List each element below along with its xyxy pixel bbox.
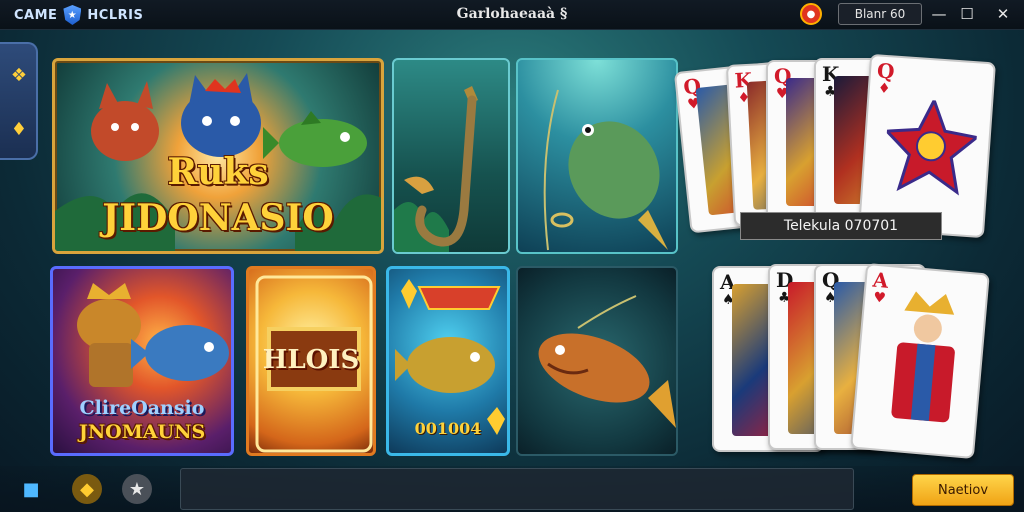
featured-title-line1: Ruks: [167, 151, 269, 193]
hook-tile[interactable]: [392, 58, 510, 254]
combo-game-tile[interactable]: ClireOansio JNOMAUNS: [50, 266, 234, 456]
featured-title-line2: JIDONASIO: [102, 197, 334, 239]
balance-badge[interactable]: Blanr 60: [838, 3, 922, 25]
game-lobby: CAME ★ HCLRIS Garlohaeaaà § ● Blanr 60 —…: [0, 0, 1024, 512]
minimize-button[interactable]: —: [926, 3, 952, 25]
puzzle-icon[interactable]: ♦: [6, 116, 32, 142]
hook-icon: [394, 86, 478, 252]
fish-value-text: 001004: [414, 419, 482, 438]
maximize-button[interactable]: ☐: [954, 3, 980, 25]
hlois-game-tile[interactable]: HLOIS: [246, 266, 376, 456]
card-rank: Q: [876, 58, 896, 84]
record-icon[interactable]: ●: [800, 3, 822, 25]
side-rail: ❖ ♦: [0, 42, 38, 160]
card-suit: ♦: [877, 80, 891, 98]
close-button[interactable]: ✕: [990, 3, 1016, 25]
card-art: [883, 97, 980, 196]
featured-game-tile[interactable]: Ruks JIDONASIO: [52, 58, 384, 254]
title-bar: CAME ★ HCLRIS Garlohaeaaà § ● Blanr 60 —…: [0, 0, 1024, 30]
playing-card[interactable]: A ♥: [850, 262, 990, 460]
fish-value-tile[interactable]: 001004: [386, 266, 510, 456]
fish-icon: [543, 89, 668, 251]
cube-icon[interactable]: ■: [16, 474, 46, 504]
combo-title-line1: ClireOansio: [79, 397, 205, 419]
card-rank: A: [871, 267, 890, 293]
chat-bar[interactable]: [180, 468, 854, 510]
king-figure-icon: [891, 291, 955, 423]
combo-title-line2: JNOMAUNS: [78, 421, 206, 443]
action-button[interactable]: Naetiov: [912, 474, 1014, 506]
info-label: Telekula 070701: [740, 212, 942, 240]
playing-card[interactable]: Q ♦: [858, 53, 996, 239]
coin-icon[interactable]: ◆: [72, 474, 102, 504]
rune-icon[interactable]: ❖: [6, 62, 32, 88]
fish-on-line-tile[interactable]: [516, 58, 678, 254]
catch-fish-icon: [538, 295, 676, 428]
hlois-title: HLOIS: [262, 345, 360, 375]
star-icon[interactable]: ★: [122, 474, 152, 504]
catch-tile[interactable]: [516, 266, 678, 456]
